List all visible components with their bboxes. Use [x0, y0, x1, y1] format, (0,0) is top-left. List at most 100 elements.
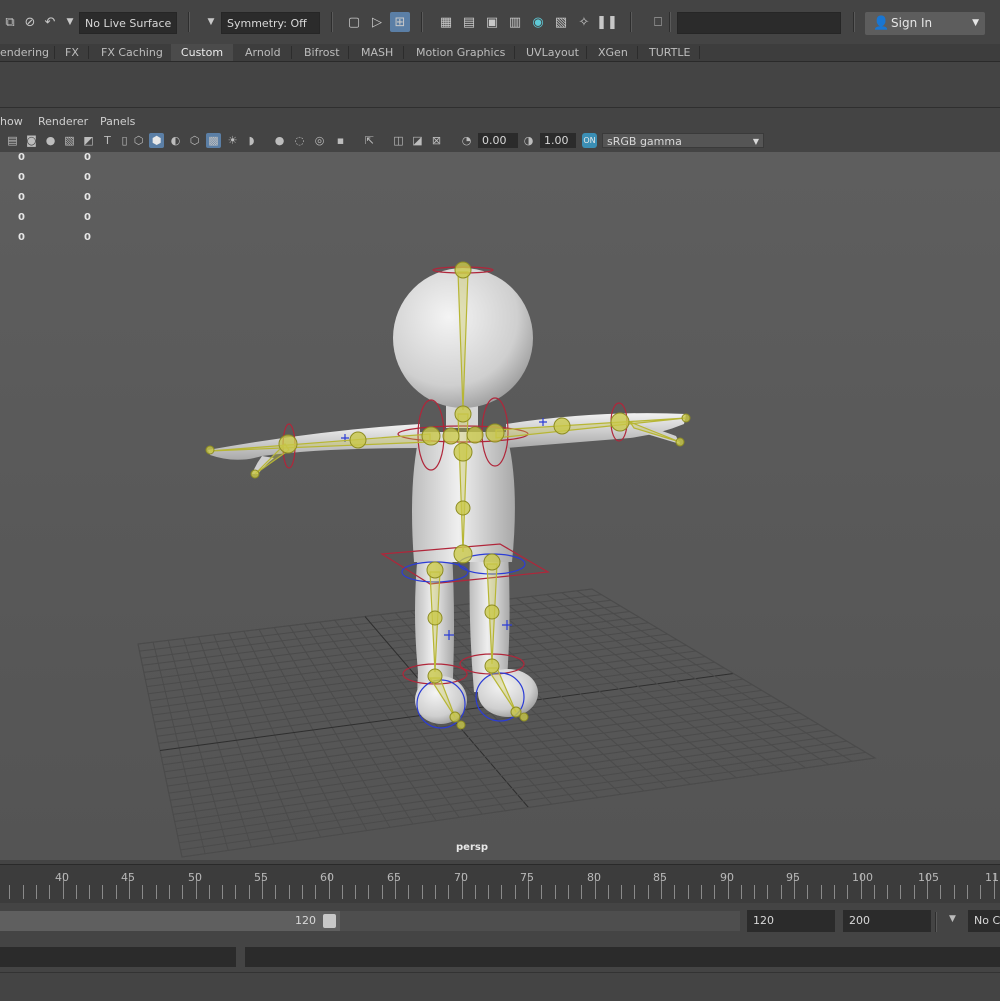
isolate-select-icon[interactable]: ⇱: [362, 133, 377, 148]
viewport-persp[interactable]: 0 0 0 0 0 0 0 0 0 0 persp: [0, 152, 1000, 860]
render-settings-icon[interactable]: ⊞: [390, 12, 410, 32]
tab-arnold[interactable]: Arnold: [245, 44, 281, 61]
color-management-icon[interactable]: ON: [582, 133, 597, 148]
time-tick: [874, 885, 875, 899]
exposure-icon[interactable]: ◔: [459, 133, 474, 148]
menu-panels[interactable]: Panels: [100, 115, 135, 128]
user-icon: 👤: [873, 16, 890, 31]
render-settings-window-icon[interactable]: ▥: [505, 12, 525, 32]
xray-active-icon[interactable]: ⊠: [429, 133, 444, 148]
textured-icon[interactable]: ▩: [206, 133, 221, 148]
wireframe-icon[interactable]: ⬡: [131, 133, 146, 148]
time-label: 95: [786, 871, 800, 884]
input-field-toggle-icon[interactable]: ⎕: [648, 12, 668, 32]
time-tick: [235, 885, 236, 899]
snap-to-curve-icon[interactable]: ⧉: [0, 12, 20, 32]
image-plane-icon[interactable]: ◩: [81, 133, 96, 148]
shadows-icon[interactable]: ◗: [244, 133, 259, 148]
tab-xgen[interactable]: XGen: [598, 44, 628, 61]
anti-aliasing-icon[interactable]: ◎: [312, 133, 327, 148]
grid-line: [180, 751, 866, 851]
time-label: 75: [520, 871, 534, 884]
snap-options-dropdown-icon[interactable]: ▼: [60, 12, 80, 32]
separator: [188, 12, 190, 32]
menu-renderer[interactable]: Renderer: [38, 115, 88, 128]
lighting-icon[interactable]: ☀: [225, 133, 240, 148]
time-label: 60: [320, 871, 334, 884]
range-bar[interactable]: 120: [0, 911, 340, 931]
render-frame-icon[interactable]: ▤: [459, 12, 479, 32]
arnold-render-icon[interactable]: ✧: [574, 12, 594, 32]
sign-in-button[interactable]: 👤 Sign In ▼: [865, 12, 985, 35]
tab-divider: [637, 46, 638, 59]
shaded-wireframe-icon[interactable]: ◐: [168, 133, 183, 148]
hypershade-icon[interactable]: ◉: [528, 12, 548, 32]
grid-line: [170, 712, 800, 801]
command-input[interactable]: [0, 947, 236, 967]
wireframe-on-shaded-icon[interactable]: ⬡: [187, 133, 202, 148]
pause-icon[interactable]: ❚❚: [596, 12, 618, 32]
gate-mask-icon[interactable]: ●: [43, 133, 58, 148]
smooth-shade-icon[interactable]: ⬢: [149, 133, 164, 148]
playback-end-field[interactable]: 120: [747, 910, 835, 932]
field-chart-icon[interactable]: ▧: [62, 133, 77, 148]
character-set-dropdown-icon[interactable]: ▼: [949, 914, 956, 924]
time-tick: [23, 885, 24, 899]
tab-rendering[interactable]: endering: [0, 44, 49, 61]
snap-to-point-icon[interactable]: ⊘: [20, 12, 40, 32]
time-tick: [435, 885, 436, 899]
xray-joints-icon[interactable]: ◪: [410, 133, 425, 148]
tab-mash[interactable]: MASH: [361, 44, 393, 61]
tab-uvlayout[interactable]: UVLayout: [526, 44, 579, 61]
menu-show[interactable]: how: [0, 115, 23, 128]
range-handle[interactable]: [323, 914, 336, 928]
safe-title-icon[interactable]: ▯: [117, 133, 132, 148]
live-surface-field[interactable]: No Live Surface: [79, 12, 177, 34]
resolution-gate-icon[interactable]: ◙: [24, 133, 39, 148]
tab-divider: [88, 46, 89, 59]
construction-history-icon[interactable]: ▢: [344, 12, 364, 32]
exposure-field[interactable]: 0.00: [478, 133, 518, 148]
render-sequence-icon[interactable]: ▧: [551, 12, 571, 32]
time-tick: [76, 885, 77, 899]
depth-of-field-icon[interactable]: ▪: [333, 133, 348, 148]
film-gate-icon[interactable]: ▤: [5, 133, 20, 148]
tab-fx-caching[interactable]: FX Caching: [101, 44, 163, 61]
quick-select-field[interactable]: [677, 12, 841, 34]
time-tick: [222, 885, 223, 899]
color-space-dropdown[interactable]: sRGB gamma ▼: [602, 133, 764, 148]
animation-end-field[interactable]: 200: [843, 910, 931, 932]
range-track[interactable]: [340, 911, 740, 931]
time-tick: [515, 885, 516, 899]
tab-turtle[interactable]: TURTLE: [649, 44, 690, 61]
help-line: [0, 972, 1000, 1001]
motion-blur-icon[interactable]: ◌: [292, 133, 307, 148]
time-tick: [448, 885, 449, 899]
range-end-label: 120: [295, 914, 316, 927]
render-current-frame-icon[interactable]: ▷: [367, 12, 387, 32]
snap-to-view-plane-icon[interactable]: ↶: [40, 12, 60, 32]
time-slider[interactable]: 40 45 50 55 60 65 70 75 80 85 90 95 100 …: [0, 864, 1000, 903]
screen-space-ao-icon[interactable]: ●: [272, 133, 287, 148]
time-tick: [954, 885, 955, 899]
panel-toolbar: ▤ ◙ ● ▧ ◩ T ▯ ⬡ ⬢ ◐ ⬡ ▩ ☀ ◗ ● ◌ ◎ ▪ ⇱ ◫ …: [0, 130, 1000, 152]
safe-action-icon[interactable]: T: [100, 133, 115, 148]
tab-motion-graphics[interactable]: Motion Graphics: [416, 44, 505, 61]
symmetry-dropdown-icon[interactable]: ▼: [201, 12, 221, 32]
grid-line: [576, 590, 853, 762]
tab-fx[interactable]: FX: [65, 44, 79, 61]
character-set-field[interactable]: No C: [968, 910, 1000, 932]
symmetry-field[interactable]: Symmetry: Off: [221, 12, 320, 34]
ipr-render-icon[interactable]: ▣: [482, 12, 502, 32]
chevron-down-icon: ▼: [752, 137, 759, 146]
tab-custom[interactable]: Custom: [171, 44, 233, 61]
render-view-icon[interactable]: ▦: [436, 12, 456, 32]
gamma-icon[interactable]: ◑: [521, 133, 536, 148]
tab-divider: [403, 46, 404, 59]
time-label: 11: [985, 871, 999, 884]
gamma-field[interactable]: 1.00: [540, 133, 576, 148]
time-tick: [754, 885, 755, 899]
xray-icon[interactable]: ◫: [391, 133, 406, 148]
panel-menu-bar: how Renderer Panels: [0, 112, 1000, 130]
tab-bifrost[interactable]: Bifrost: [304, 44, 340, 61]
